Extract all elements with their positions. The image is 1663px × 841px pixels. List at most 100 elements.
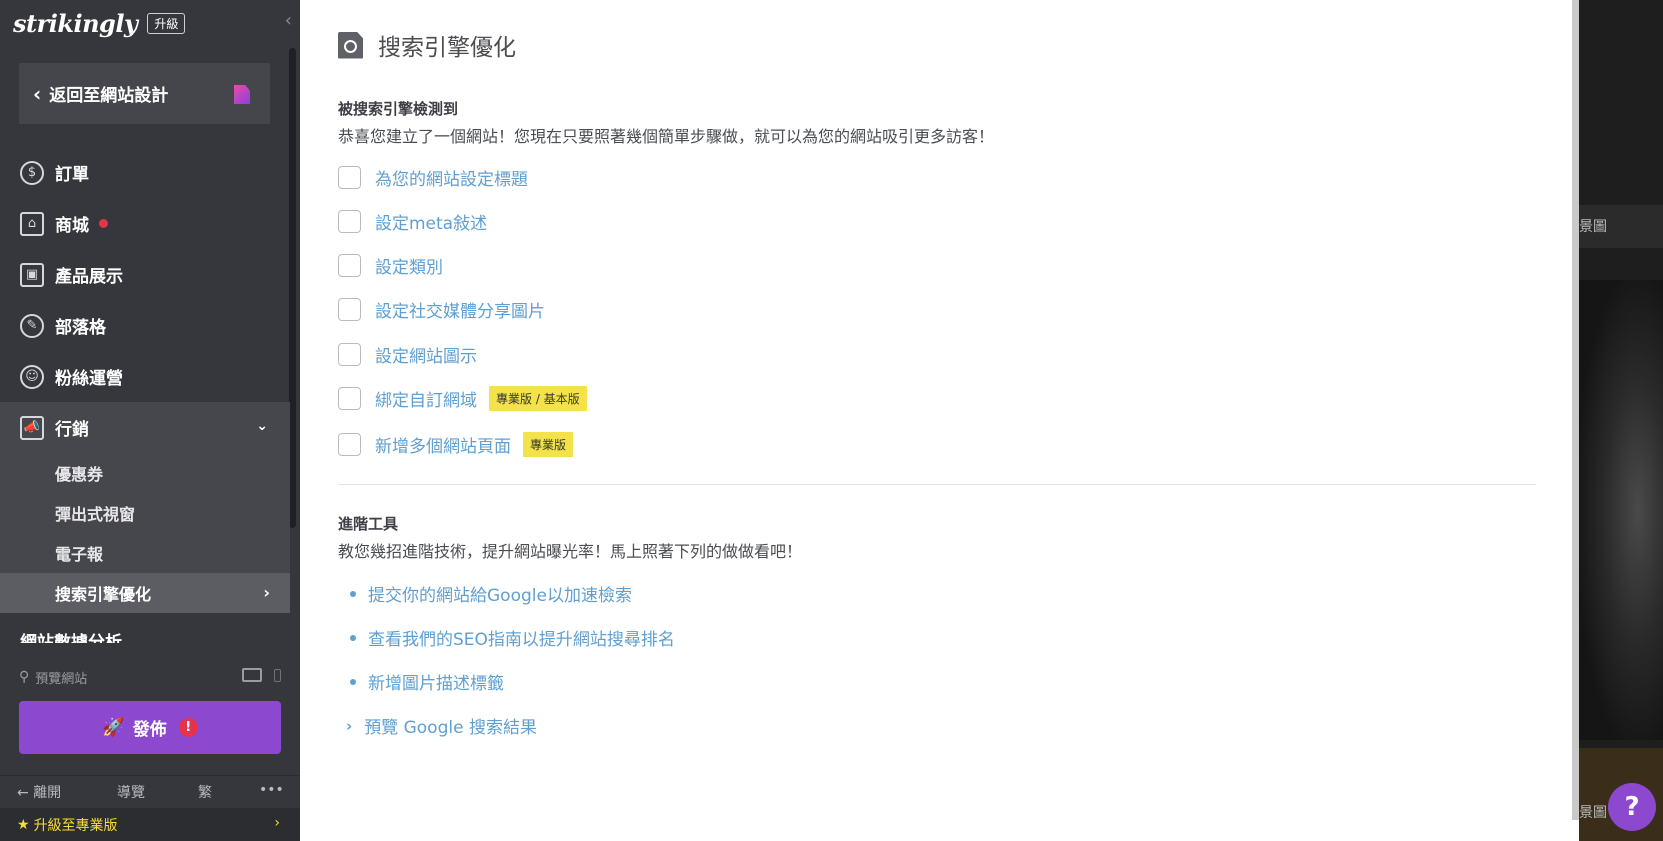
sidebar-item-label: 商城 [55, 216, 89, 236]
section-desc: 恭喜您建立了一個網站！您現在只要照著幾個簡單步驟做，就可以為您的網站吸引更多訪客… [338, 127, 995, 146]
mobile-icon[interactable] [274, 668, 281, 682]
help-button[interactable]: ? [1608, 783, 1656, 831]
checklist-link[interactable]: 設定社交媒體分享圖片 [375, 297, 545, 322]
device-toggle [242, 668, 281, 682]
checklist-item[interactable]: 設定meta敍述 [338, 209, 487, 234]
submenu-item-coupons[interactable]: 優惠券 [0, 453, 290, 493]
checklist-item[interactable]: 設定網站圖示 [338, 342, 477, 367]
upgrade-badge[interactable]: 升級 [147, 12, 186, 34]
chevron-down-icon: ⌄ [256, 418, 268, 434]
section-title: 被搜索引擎檢測到 [338, 100, 459, 118]
checklist-link[interactable]: 為您的網站設定標題 [375, 165, 528, 190]
star-icon: ★ [17, 816, 30, 833]
briefcase-icon: ▣ [20, 262, 44, 287]
checklist-link[interactable]: 綁定自訂網域 [375, 386, 477, 411]
preview-google-link[interactable]: 預覽 Google 搜索結果 [364, 713, 537, 738]
leave-label: 離開 [33, 785, 62, 801]
preview-google-toggle[interactable]: › 預覽 Google 搜索結果 [346, 713, 537, 739]
advanced-link[interactable]: 新增圖片描述標籤 [368, 669, 504, 694]
plan-tag: 專業版 [523, 432, 574, 457]
sidebar-item-store[interactable]: ⌂ 商城 [0, 198, 290, 249]
checklist-item[interactable]: 設定社交媒體分享圖片 [338, 297, 545, 322]
sidebar-item-label: 訂單 [55, 165, 89, 185]
sidebar-item-marketing[interactable]: 📣 行銷 ⌄ [0, 402, 290, 453]
submenu-item-newsletter[interactable]: 電子報 [0, 533, 290, 573]
sidebar-scrollbar[interactable] [289, 48, 296, 528]
sidebar-nav: $ 訂單 ⌂ 商城 ▣ 產品展示 ✎ 部落格 ☺ 粉絲運營 📣 行銷 ⌄ 優惠券… [0, 147, 290, 643]
arrow-left-icon: ← [17, 785, 29, 801]
checkbox[interactable] [338, 254, 361, 277]
notification-dot [99, 219, 108, 228]
preview-site-label: 預覽網站 [35, 671, 88, 687]
checklist-item[interactable]: 為您的網站設定標題 [338, 165, 528, 190]
logo-row: strikingly 升級 [13, 6, 186, 40]
document-icon [234, 85, 250, 104]
bullet [350, 590, 356, 597]
checkbox[interactable] [338, 343, 361, 366]
language-button[interactable]: 繁 [198, 782, 212, 802]
chevron-right-icon: › [346, 716, 353, 735]
strikingly-logo[interactable]: strikingly [13, 9, 138, 38]
back-to-design-label: 返回至網站設計 [49, 86, 169, 106]
checklist-item[interactable]: 綁定自訂網域 專業版 / 基本版 [338, 386, 587, 411]
advanced-link[interactable]: 查看我們的SEO指南以提升網站搜尋排名 [368, 625, 675, 650]
sidebar-item-label: 網站數據分析 [20, 633, 122, 643]
checklist-item[interactable]: 設定類別 [338, 253, 443, 278]
section-title: 進階工具 [338, 515, 399, 533]
rocket-icon: 🚀 [102, 717, 125, 738]
marketing-submenu: 優惠券 彈出式視窗 電子報 搜索引擎優化 › [0, 453, 290, 613]
more-icon[interactable]: ••• [259, 782, 284, 798]
checkbox[interactable] [338, 166, 361, 189]
checklist-item[interactable]: 新增多個網站頁面 專業版 [338, 432, 574, 457]
site-preview-strip: 景圖 景圖 [1579, 0, 1663, 841]
list-item[interactable]: 新增圖片描述標籤 [350, 669, 504, 694]
preview-text: 景圖 [1579, 805, 1607, 821]
checkbox[interactable] [338, 433, 361, 456]
leave-button[interactable]: ← 離開 [17, 782, 61, 802]
divider [338, 484, 1536, 485]
submenu-item-label: 搜索引擎優化 [55, 585, 152, 604]
checkbox[interactable] [338, 210, 361, 233]
dollar-icon: $ [20, 160, 44, 185]
checklist-link[interactable]: 設定類別 [375, 253, 443, 278]
store-icon: ⌂ [20, 211, 44, 236]
bullet [350, 678, 356, 685]
checklist-link[interactable]: 設定meta敍述 [375, 209, 487, 234]
alert-icon: ! [178, 718, 198, 737]
chevron-right-icon: › [263, 583, 270, 602]
list-item[interactable]: 查看我們的SEO指南以提升網站搜尋排名 [350, 625, 675, 650]
checkbox[interactable] [338, 387, 361, 410]
upgrade-pro-bar[interactable]: ★ 升級至專業版 › [0, 808, 300, 841]
preview-text: 景圖 [1579, 219, 1607, 235]
detected-section: 被搜索引擎檢測到 恭喜您建立了一個網站！您現在只要照著幾個簡單步驟做，就可以為您… [338, 98, 994, 147]
sidebar-item-blog[interactable]: ✎ 部落格 [0, 300, 290, 351]
guide-button[interactable]: 導覽 [117, 782, 145, 802]
sidebar-item-products[interactable]: ▣ 產品展示 [0, 249, 290, 300]
sidebar-item-label: 粉絲運營 [55, 369, 123, 389]
checklist-link[interactable]: 新增多個網站頁面 [375, 432, 511, 457]
back-to-design-button[interactable]: ‹ 返回至網站設計 [19, 63, 270, 124]
checkbox[interactable] [338, 298, 361, 321]
submenu-item-popups[interactable]: 彈出式視窗 [0, 493, 290, 533]
desktop-icon[interactable] [242, 668, 262, 682]
advanced-section: 進階工具 教您幾招進階技術，提升網站曝光率！馬上照著下列的做做看吧！ [338, 513, 802, 562]
sidebar-item-audience[interactable]: ☺ 粉絲運營 [0, 351, 290, 402]
collapse-sidebar-icon[interactable]: ‹ [285, 10, 292, 31]
publish-label: 發佈 [132, 720, 167, 740]
sidebar-item-analytics[interactable]: 網站數據分析 [0, 613, 290, 643]
publish-button[interactable]: 🚀 發佈 ! [19, 701, 281, 754]
submenu-item-seo[interactable]: 搜索引擎優化 › [0, 573, 290, 613]
seo-search-icon [338, 31, 363, 59]
preview-site-row[interactable]: ⚲ 預覽網站 [19, 665, 281, 689]
upgrade-pro-label: 升級至專業版 [33, 817, 118, 834]
panel-scrollbar[interactable] [1572, 0, 1579, 820]
advanced-link[interactable]: 提交你的網站給Google以加速檢索 [368, 581, 632, 606]
bullet [350, 634, 356, 641]
sidebar-item-orders[interactable]: $ 訂單 [0, 147, 290, 198]
sidebar-bottom-bar: ← 離開 導覽 繁 ••• [0, 775, 300, 805]
list-item[interactable]: 提交你的網站給Google以加速檢索 [350, 581, 632, 606]
checklist-link[interactable]: 設定網站圖示 [375, 342, 477, 367]
sidebar: strikingly 升級 ‹ ‹ 返回至網站設計 $ 訂單 ⌂ 商城 ▣ 產品… [0, 0, 300, 841]
sidebar-item-label: 部落格 [55, 318, 106, 338]
page-title: 搜索引擎優化 [378, 35, 516, 61]
